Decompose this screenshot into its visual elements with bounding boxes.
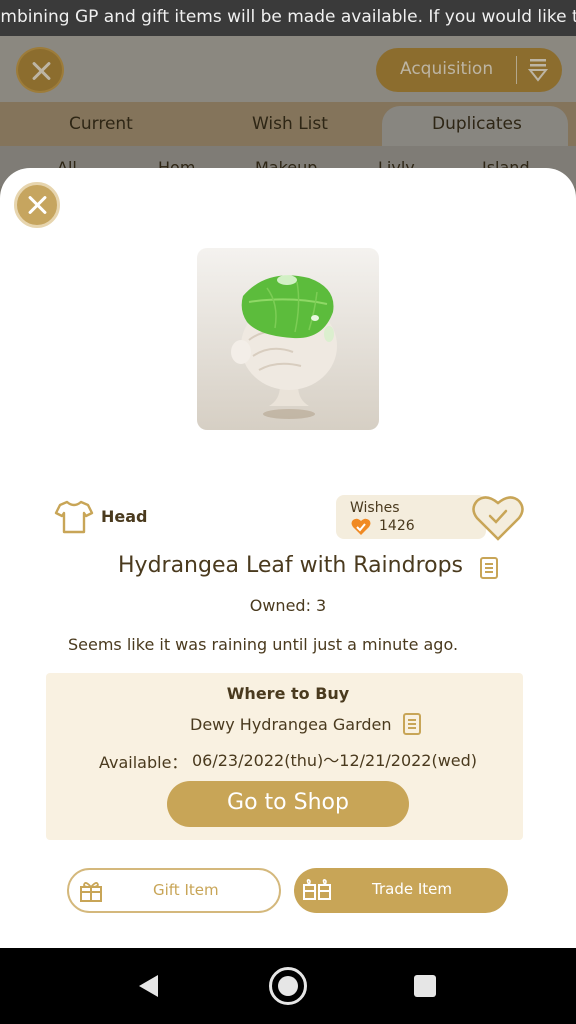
- wishes-count: 1426: [379, 518, 415, 534]
- trade-icon: [303, 879, 331, 900]
- wishes-counter: Wishes 1426: [336, 495, 486, 539]
- heart-icon: [351, 518, 371, 536]
- item-image: [197, 248, 379, 430]
- tab-duplicates[interactable]: Duplicates: [382, 106, 568, 150]
- ticker-text: ombining GP and gift items will be made …: [0, 7, 576, 27]
- shop-name: Dewy Hydrangea Garden: [190, 715, 392, 734]
- tab-wish-list[interactable]: Wish List: [252, 114, 328, 134]
- go-to-shop-button[interactable]: Go to Shop: [167, 781, 409, 827]
- acquisition-button[interactable]: Acquisition: [376, 48, 562, 92]
- tab-current[interactable]: Current: [69, 114, 133, 134]
- available-label: Available：: [99, 753, 188, 772]
- recents-icon[interactable]: [414, 975, 436, 997]
- tab-duplicates-label: Duplicates: [432, 114, 522, 134]
- document-icon[interactable]: [480, 557, 498, 579]
- where-to-buy-title: Where to Buy: [226, 684, 350, 703]
- gift-icon: [80, 882, 102, 902]
- acquisition-divider: [516, 56, 517, 84]
- available-range: 06/23/2022(thu)～12/21/2022(wed): [192, 751, 478, 770]
- category-label: Head: [101, 507, 148, 526]
- shirt-icon: [54, 499, 94, 535]
- owned-count: Owned: 3: [249, 596, 327, 615]
- gift-item-label: Gift Item: [153, 881, 219, 899]
- home-icon[interactable]: [269, 967, 307, 1005]
- background-close-icon[interactable]: [16, 47, 64, 93]
- item-description: Seems like it was raining until just a m…: [68, 635, 459, 654]
- acquisition-label: Acquisition: [400, 59, 494, 79]
- back-icon[interactable]: [136, 973, 162, 1003]
- trade-item-label: Trade Item: [372, 880, 452, 898]
- news-ticker: ombining GP and gift items will be made …: [0, 0, 576, 36]
- trade-item-button[interactable]: Trade Item: [294, 868, 508, 913]
- filter-icon[interactable]: [526, 57, 550, 83]
- gift-item-button[interactable]: Gift Item: [67, 868, 281, 913]
- wishes-label: Wishes: [350, 500, 400, 516]
- shop-document-icon[interactable]: [403, 713, 421, 735]
- close-icon[interactable]: [14, 182, 60, 228]
- item-name: Hydrangea Leaf with Raindrops: [118, 553, 464, 578]
- wish-toggle-button[interactable]: [472, 494, 524, 542]
